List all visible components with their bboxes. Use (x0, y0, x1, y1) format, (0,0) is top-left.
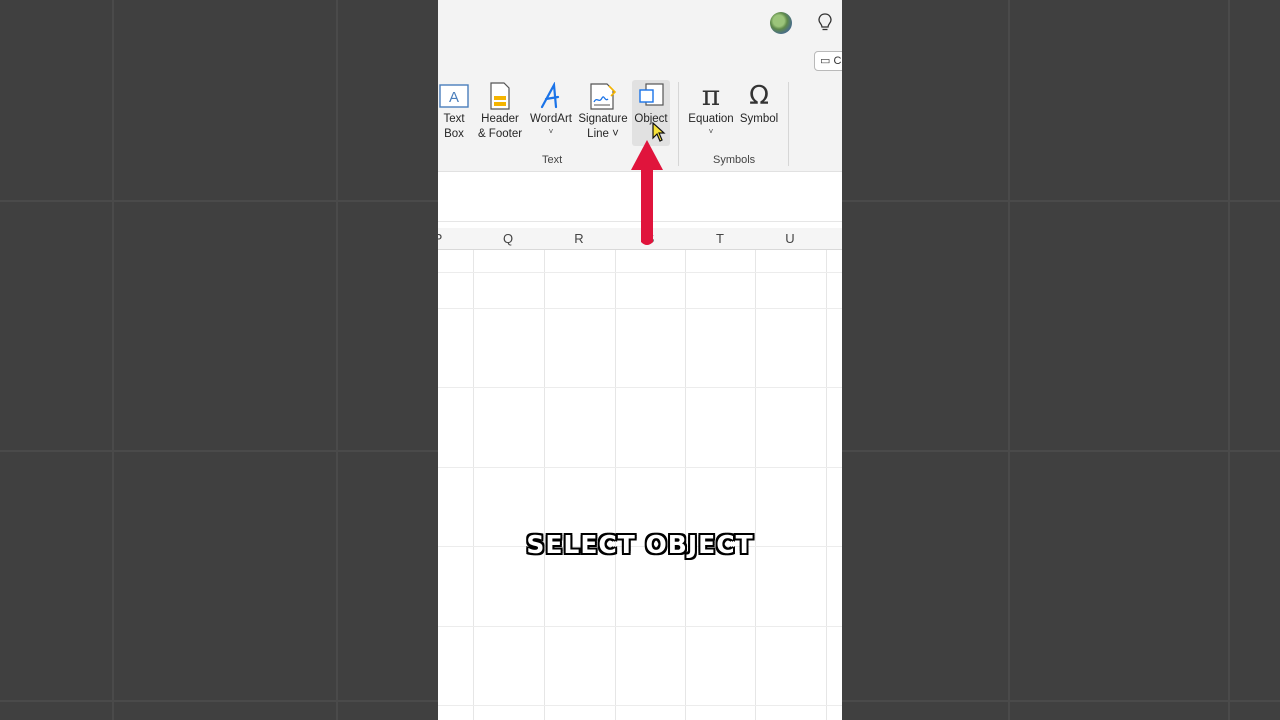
text-box-icon: A (438, 80, 470, 112)
column-header-u[interactable]: U (755, 228, 825, 250)
group-divider (788, 82, 789, 166)
background-left (0, 0, 438, 720)
header-footer-icon (474, 80, 526, 112)
symbol-button[interactable]: Ω Symbol (738, 80, 780, 146)
text-group-label: Text (542, 154, 563, 166)
wordart-button[interactable]: WordArt ˅ (528, 80, 574, 146)
text-box-label-2: Box (444, 128, 464, 140)
title-bar (438, 0, 842, 48)
comments-label: C (833, 55, 842, 67)
header-footer-label-1: Header (481, 113, 519, 125)
column-header-q[interactable]: Q (473, 228, 543, 250)
symbols-group-label: Symbols (713, 154, 756, 166)
signature-line-button[interactable]: Signature Line ˅ (577, 80, 629, 146)
symbol-icon: Ω (738, 80, 780, 112)
chevron-down-icon: ˅ (548, 127, 554, 136)
object-icon (632, 80, 670, 112)
header-footer-label-2: & Footer (477, 128, 523, 140)
header-footer-button[interactable]: Header & Footer (474, 80, 526, 146)
text-box-button[interactable]: A Text Box (438, 80, 470, 146)
equation-icon: π (686, 80, 736, 112)
wordart-icon (528, 80, 574, 112)
wordart-label: WordArt (530, 113, 572, 125)
comment-icon: ▭ (820, 55, 831, 67)
text-box-label-1: Text (443, 113, 465, 125)
svg-text:A: A (449, 89, 459, 106)
equation-label: Equation (688, 113, 734, 125)
omega-glyph: Ω (749, 81, 769, 111)
chevron-down-icon: ˅ (708, 127, 714, 136)
column-header-r[interactable]: R (544, 228, 614, 250)
equation-button[interactable]: π Equation ˅ (686, 80, 736, 146)
pi-glyph: π (701, 79, 721, 112)
background-right (842, 0, 1280, 720)
user-avatar[interactable] (770, 12, 792, 34)
video-caption: Select Object (526, 530, 754, 559)
symbol-label: Symbol (739, 113, 779, 125)
comments-button[interactable]: ▭ C (814, 51, 842, 71)
column-header-t[interactable]: T (685, 228, 755, 250)
group-divider (678, 82, 679, 166)
ribbon-header: ▭ C (438, 48, 842, 76)
signature-line-icon (577, 80, 629, 112)
column-header-p[interactable]: P (438, 228, 448, 250)
lightbulb-icon[interactable] (818, 13, 832, 38)
signature-line-label-1: Signature (578, 113, 628, 125)
worksheet-grid[interactable] (438, 250, 842, 720)
signature-line-label-2: Line ˅ (587, 128, 619, 140)
excel-window: ▭ C A Text Box Header & Footer WordArt ˅… (438, 0, 842, 720)
pointer-arrow-icon (629, 138, 665, 253)
